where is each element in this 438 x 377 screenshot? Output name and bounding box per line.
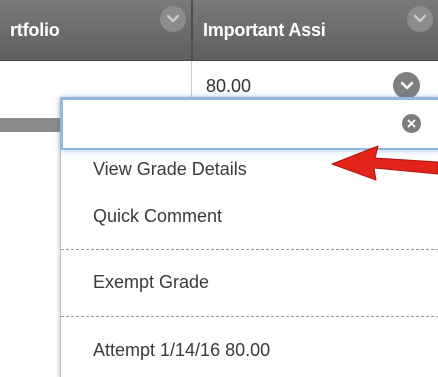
grade-context-menu [60, 97, 438, 377]
screenshot-stage: rtfolio Important Assi 80.00 View Grade … [0, 0, 438, 377]
menu-item-exempt-grade[interactable]: Exempt Grade [93, 272, 209, 293]
column-header-label: rtfolio [10, 19, 60, 40]
menu-item-attempt[interactable]: Attempt 1/14/16 80.00 [93, 340, 270, 361]
menu-divider [61, 316, 438, 317]
chevron-down-icon[interactable] [160, 6, 186, 32]
column-header-portfolio[interactable]: rtfolio [0, 0, 190, 60]
menu-item-view-grade-details[interactable]: View Grade Details [93, 159, 247, 180]
menu-divider [61, 249, 438, 250]
column-header-label: Important Assi [203, 19, 326, 40]
close-icon[interactable] [402, 114, 421, 133]
chevron-down-icon[interactable] [407, 6, 433, 32]
menu-item-quick-comment[interactable]: Quick Comment [93, 206, 222, 227]
chevron-down-icon[interactable] [393, 72, 420, 99]
grade-center-header-row: rtfolio Important Assi [0, 0, 438, 61]
column-header-important-assignment[interactable]: Important Assi [193, 0, 438, 60]
red-arrow-icon [331, 145, 438, 181]
grade-cell-value[interactable]: 80.00 [206, 76, 251, 97]
